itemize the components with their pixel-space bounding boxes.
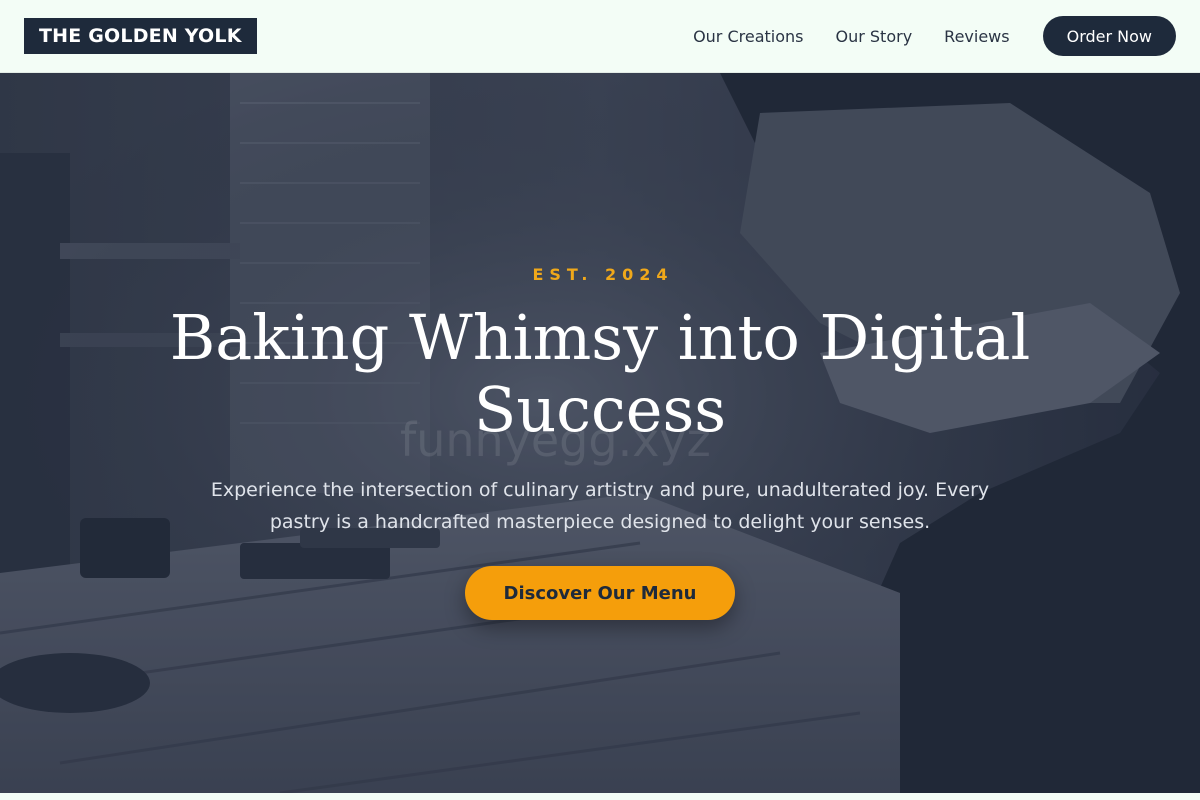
hero-content: EST. 2024 Baking Whimsy into Digital Suc… [0, 73, 1200, 793]
top-navbar: THE GOLDEN YOLK Our Creations Our Story … [0, 0, 1200, 73]
nav-link-our-story[interactable]: Our Story [836, 27, 913, 46]
hero-eyebrow: EST. 2024 [532, 265, 674, 284]
hero-headline: Baking Whimsy into Digital Success [169, 301, 1031, 446]
page-bottom-strip [0, 793, 1200, 800]
nav-link-reviews[interactable]: Reviews [944, 27, 1009, 46]
order-now-button[interactable]: Order Now [1042, 16, 1176, 56]
brand-logo[interactable]: THE GOLDEN YOLK [24, 18, 257, 54]
main-nav: Our Creations Our Story Reviews Order No… [661, 16, 1176, 56]
hero-section: funnyegg.xyz EST. 2024 Baking Whimsy int… [0, 73, 1200, 793]
discover-menu-button[interactable]: Discover Our Menu [464, 566, 736, 620]
nav-link-our-creations[interactable]: Our Creations [693, 27, 803, 46]
hero-subtext: Experience the intersection of culinary … [210, 479, 990, 533]
